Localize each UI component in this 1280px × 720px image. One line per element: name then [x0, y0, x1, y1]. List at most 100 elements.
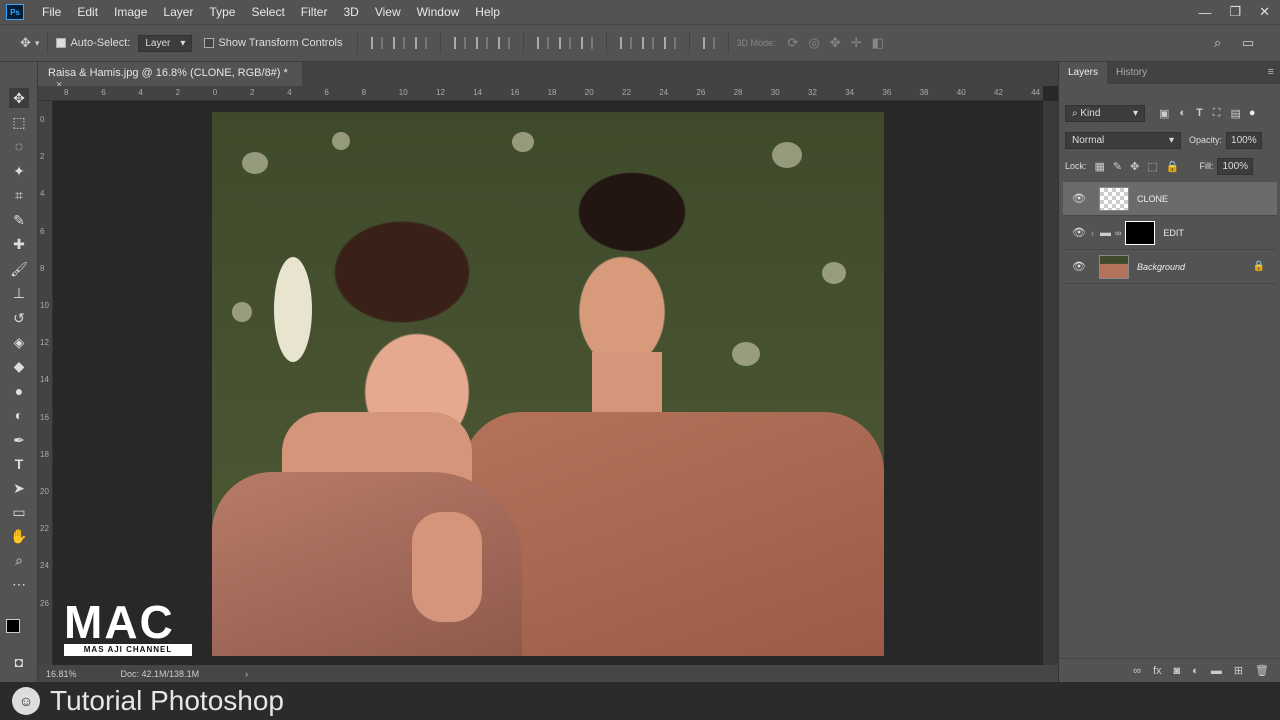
opacity-field[interactable]: 100%: [1226, 131, 1262, 149]
lock-transparent-icon[interactable]: ▦: [1095, 160, 1105, 173]
marquee-tool-icon[interactable]: ⬚: [9, 112, 29, 132]
document-image[interactable]: [212, 112, 884, 656]
menu-window[interactable]: Window: [409, 5, 468, 19]
align-bottom-icon[interactable]: [414, 37, 427, 49]
3d-scale-icon[interactable]: ◧: [872, 35, 884, 51]
zoom-level[interactable]: 16.81%: [46, 669, 77, 679]
menu-layer[interactable]: Layer: [155, 5, 201, 19]
layer-row-edit[interactable]: 👁 › ▬ ∞ EDIT: [1063, 216, 1277, 250]
zoom-tool-icon[interactable]: ⌕: [9, 550, 29, 570]
paint-bucket-tool-icon[interactable]: ◆: [9, 356, 29, 376]
lock-pixels-icon[interactable]: ✎: [1113, 160, 1122, 173]
transform-controls-checkbox[interactable]: [204, 38, 215, 48]
add-mask-icon[interactable]: ◙: [1174, 665, 1181, 677]
distribute-right-icon[interactable]: [663, 37, 676, 49]
layer-name[interactable]: CLONE: [1137, 194, 1168, 204]
filter-toggle-icon[interactable]: ●: [1249, 107, 1256, 119]
menu-file[interactable]: File: [34, 5, 69, 19]
auto-align-icon[interactable]: [702, 37, 715, 49]
menu-3d[interactable]: 3D: [335, 5, 366, 19]
menu-view[interactable]: View: [367, 5, 409, 19]
filter-pixel-icon[interactable]: ▣: [1159, 107, 1169, 120]
align-top-icon[interactable]: [370, 37, 383, 49]
kind-filter-dropdown[interactable]: ⌕ Kind ▾: [1065, 104, 1145, 122]
layer-row-clone[interactable]: 👁 CLONE: [1063, 182, 1277, 216]
distribute-vcenter-icon[interactable]: [558, 37, 571, 49]
align-vcenter-icon[interactable]: [392, 37, 405, 49]
minimize-icon[interactable]: —: [1198, 5, 1211, 20]
align-hcenter-icon[interactable]: [475, 37, 488, 49]
document-tab[interactable]: Raisa & Hamis.jpg @ 16.8% (CLONE, RGB/8#…: [38, 62, 302, 91]
clone-stamp-tool-icon[interactable]: ⊥: [9, 283, 29, 303]
layer-style-icon[interactable]: fx: [1153, 665, 1162, 677]
tab-history[interactable]: History: [1107, 62, 1156, 84]
path-selection-tool-icon[interactable]: ➤: [9, 478, 29, 498]
crop-tool-icon[interactable]: ⌗: [9, 185, 29, 205]
more-tools-icon[interactable]: ⋯: [9, 574, 29, 594]
menu-select[interactable]: Select: [243, 5, 292, 19]
menu-filter[interactable]: Filter: [293, 5, 336, 19]
adjustment-layer-icon[interactable]: ◐: [1192, 665, 1199, 677]
menu-help[interactable]: Help: [467, 5, 508, 19]
fill-field[interactable]: 100%: [1217, 157, 1254, 175]
eraser-tool-icon[interactable]: ◈: [9, 332, 29, 352]
align-left-icon[interactable]: [453, 37, 466, 49]
align-right-icon[interactable]: [497, 37, 510, 49]
visibility-eye-icon[interactable]: 👁: [1071, 260, 1087, 273]
distribute-bottom-icon[interactable]: [580, 37, 593, 49]
move-tool-icon[interactable]: ✥: [9, 88, 29, 108]
new-layer-icon[interactable]: ⊞: [1234, 664, 1243, 677]
lock-artboard-icon[interactable]: ⬚: [1147, 160, 1157, 173]
visibility-eye-icon[interactable]: 👁: [1071, 226, 1087, 239]
distribute-top-icon[interactable]: [536, 37, 549, 49]
auto-select-checkbox[interactable]: [56, 38, 67, 48]
distribute-left-icon[interactable]: [619, 37, 632, 49]
lasso-tool-icon[interactable]: ◌: [9, 136, 29, 156]
status-arrow-icon[interactable]: ›: [245, 669, 248, 679]
link-icon[interactable]: ∞: [1115, 228, 1121, 238]
filter-adjustment-icon[interactable]: ◐: [1179, 107, 1186, 119]
tab-layers[interactable]: Layers: [1059, 62, 1108, 84]
lock-all-icon[interactable]: 🔒: [1166, 160, 1180, 173]
eyedropper-tool-icon[interactable]: ✎: [9, 210, 29, 230]
history-brush-tool-icon[interactable]: ↺: [9, 308, 29, 328]
filter-type-icon[interactable]: T: [1196, 107, 1203, 119]
vertical-scrollbar[interactable]: [1043, 101, 1058, 665]
filter-shape-icon[interactable]: ⛶: [1213, 107, 1221, 120]
3d-pan-icon[interactable]: ✥: [830, 35, 841, 51]
layer-name[interactable]: EDIT: [1163, 228, 1184, 238]
workspace-icon[interactable]: ▭: [1242, 35, 1254, 51]
3d-slide-icon[interactable]: ✛: [851, 35, 862, 51]
visibility-eye-icon[interactable]: 👁: [1071, 192, 1087, 205]
hand-tool-icon[interactable]: ✋: [9, 526, 29, 546]
3d-roll-icon[interactable]: ◎: [808, 35, 819, 51]
lock-position-icon[interactable]: ✥: [1130, 160, 1139, 173]
auto-select-dropdown[interactable]: Layer ▾: [138, 34, 193, 52]
menu-type[interactable]: Type: [201, 5, 243, 19]
menu-image[interactable]: Image: [106, 5, 155, 19]
expand-chevron-icon[interactable]: ›: [1091, 228, 1094, 238]
new-group-icon[interactable]: ▬: [1211, 665, 1222, 677]
brush-tool-icon[interactable]: 🖌: [9, 259, 29, 279]
link-layers-icon[interactable]: ∞: [1133, 665, 1141, 677]
blend-mode-dropdown[interactable]: Normal ▾: [1065, 131, 1181, 149]
3d-rotate-icon[interactable]: ⟳: [788, 35, 799, 51]
dodge-tool-icon[interactable]: ◐: [9, 405, 29, 425]
filter-smart-object-icon[interactable]: ▤: [1231, 107, 1241, 120]
layer-row-background[interactable]: 👁 Background 🔒: [1063, 250, 1277, 284]
distribute-hcenter-icon[interactable]: [641, 37, 654, 49]
rectangle-tool-icon[interactable]: ▭: [9, 502, 29, 522]
close-icon[interactable]: ✕: [1259, 4, 1270, 20]
chevron-down-icon[interactable]: ▾: [35, 38, 40, 49]
blur-tool-icon[interactable]: ●: [9, 381, 29, 401]
quick-mask-icon[interactable]: ◘: [9, 652, 29, 672]
menu-edit[interactable]: Edit: [69, 5, 106, 19]
layer-name[interactable]: Background: [1137, 262, 1185, 272]
restore-icon[interactable]: ❐: [1229, 4, 1241, 20]
delete-layer-icon[interactable]: 🗑: [1255, 664, 1269, 677]
magic-wand-tool-icon[interactable]: ✦: [9, 161, 29, 181]
layer-mask-thumbnail[interactable]: [1125, 220, 1156, 245]
panel-menu-icon[interactable]: ≡: [1268, 66, 1274, 78]
foreground-color-swatch[interactable]: [6, 619, 20, 633]
pen-tool-icon[interactable]: ✒: [9, 430, 29, 450]
